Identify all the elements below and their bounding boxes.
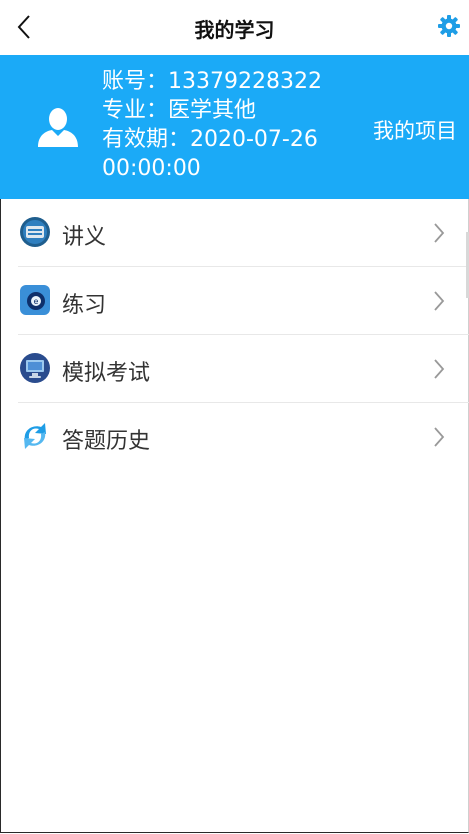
monitor-icon bbox=[20, 353, 50, 383]
gear-icon[interactable] bbox=[437, 14, 461, 38]
user-avatar-icon bbox=[38, 108, 78, 147]
profile-info: 账号：13379228322 专业：医学其他 有效期：2020-07-26 00… bbox=[102, 67, 322, 183]
menu-list: 讲义 e 练习 模拟考试 答题历史 bbox=[0, 199, 469, 471]
book-icon bbox=[20, 217, 50, 247]
valid-until-date: 有效期：2020-07-26 bbox=[102, 127, 318, 152]
chevron-right-icon bbox=[434, 223, 445, 243]
chevron-right-icon bbox=[434, 427, 445, 447]
menu-item-practice[interactable]: e 练习 bbox=[0, 267, 469, 335]
menu-item-label: 答题历史 bbox=[62, 429, 151, 454]
menu-item-handouts[interactable]: 讲义 bbox=[0, 199, 469, 267]
account-number: 账号：13379228322 bbox=[102, 69, 322, 94]
my-projects-link[interactable]: 我的项目 bbox=[373, 115, 457, 145]
valid-until-time: 00:00:00 bbox=[102, 156, 201, 181]
menu-item-mock-exam[interactable]: 模拟考试 bbox=[0, 335, 469, 403]
top-navbar: 我的学习 bbox=[0, 0, 469, 55]
profile-banner: 账号：13379228322 专业：医学其他 有效期：2020-07-26 00… bbox=[0, 55, 469, 199]
chevron-right-icon bbox=[434, 291, 445, 311]
history-icon bbox=[24, 423, 46, 449]
menu-item-label: 讲义 bbox=[62, 225, 107, 250]
menu-item-label: 练习 bbox=[62, 293, 107, 318]
menu-item-label: 模拟考试 bbox=[62, 361, 151, 386]
page-title: 我的学习 bbox=[194, 18, 275, 42]
chevron-right-icon bbox=[434, 359, 445, 379]
svg-text:e: e bbox=[34, 297, 39, 306]
major: 专业：医学其他 bbox=[102, 98, 257, 123]
menu-item-answer-history[interactable]: 答题历史 bbox=[0, 403, 469, 471]
practice-icon: e bbox=[20, 285, 50, 315]
